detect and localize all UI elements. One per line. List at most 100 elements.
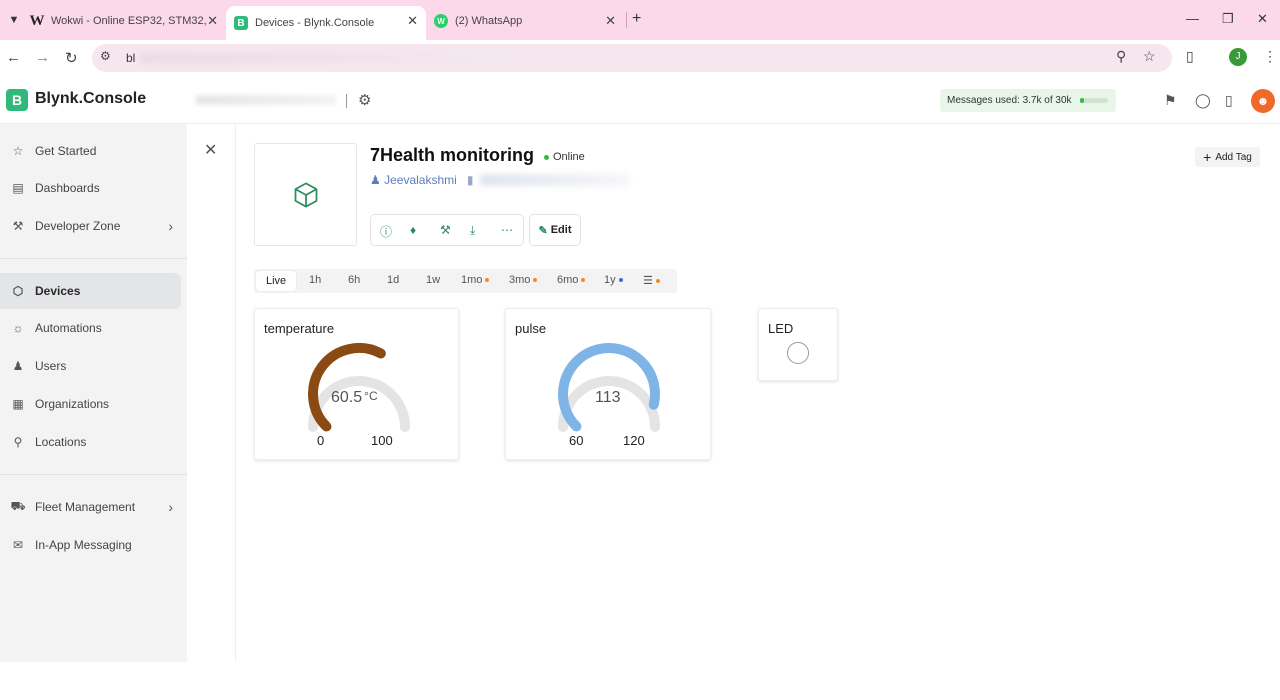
close-tab-icon[interactable]: ✕ bbox=[605, 13, 616, 29]
sidebar-item-get-started[interactable]: ☆ Get Started bbox=[0, 133, 187, 169]
download-icon[interactable]: ⤓ bbox=[470, 223, 475, 238]
star-icon: ☆ bbox=[12, 144, 24, 158]
premium-dot bbox=[581, 278, 586, 283]
close-panel-icon[interactable]: ✕ bbox=[204, 140, 217, 160]
period-1d[interactable]: 1d bbox=[387, 274, 399, 286]
period-1y[interactable]: 1y bbox=[604, 274, 623, 286]
pulse-gauge bbox=[558, 343, 660, 432]
period-label: 1mo bbox=[461, 274, 483, 286]
tab-title: Devices - Blynk.Console bbox=[255, 17, 375, 29]
tab-title: (2) WhatsApp bbox=[455, 15, 523, 27]
device-image[interactable] bbox=[254, 143, 357, 246]
chevron-right-icon: › bbox=[168, 218, 173, 234]
user-icon: ♟ bbox=[370, 173, 381, 187]
pin-icon: ⚲ bbox=[13, 435, 23, 449]
sidebar-item-locations[interactable]: ⚲ Locations bbox=[0, 424, 187, 460]
sidebar-item-in-app-messaging[interactable]: ✉ In-App Messaging bbox=[0, 527, 187, 563]
messages-progress-bar bbox=[1080, 98, 1108, 103]
browser-tab-whatsapp[interactable]: W (2) WhatsApp ✕ bbox=[434, 6, 624, 36]
notifications-icon[interactable]: ▯ bbox=[1225, 92, 1233, 109]
status-text: Online bbox=[553, 151, 585, 163]
sidebar-item-label: Get Started bbox=[35, 144, 97, 158]
period-label: 3mo bbox=[509, 274, 531, 286]
building-icon: ▦ bbox=[12, 397, 24, 411]
period-live[interactable]: Live bbox=[256, 271, 297, 291]
sidebar-item-label: Organizations bbox=[35, 397, 110, 411]
led-widget[interactable]: LED bbox=[758, 308, 838, 381]
blurred-org-name bbox=[480, 174, 630, 186]
close-tab-icon[interactable]: ✕ bbox=[407, 13, 418, 29]
browser-tab-wokwi[interactable]: W Wokwi - Online ESP32, STM32, ✕ bbox=[30, 6, 226, 36]
more-icon[interactable]: ⋯ bbox=[501, 223, 513, 237]
edit-label: Edit bbox=[550, 224, 572, 236]
gauge-value: 60.5 °C bbox=[331, 389, 378, 407]
extensions-icon[interactable]: ▯ bbox=[1186, 48, 1194, 65]
sidebar-item-label: In-App Messaging bbox=[35, 538, 132, 552]
period-label: 6mo bbox=[557, 274, 579, 286]
org-selector[interactable] bbox=[196, 95, 336, 105]
truck-icon: ⛟ bbox=[10, 499, 26, 513]
temperature-gauge bbox=[308, 343, 410, 432]
period-1h[interactable]: 1h bbox=[309, 274, 321, 286]
gauge-fill bbox=[558, 343, 660, 432]
period-1mo[interactable]: 1mo bbox=[461, 274, 490, 286]
bell-icon[interactable]: ♦ bbox=[410, 223, 416, 237]
brand-title[interactable]: Blynk.Console bbox=[35, 90, 146, 108]
messages-used-badge[interactable]: Messages used: 3.7k of 30k bbox=[940, 89, 1116, 112]
value-unit: °C bbox=[364, 389, 378, 403]
user-avatar[interactable]: ☻ bbox=[1251, 89, 1275, 113]
sidebar-item-developer-zone[interactable]: ⚒ Developer Zone › bbox=[0, 208, 187, 244]
forward-icon[interactable]: → bbox=[35, 49, 50, 66]
sidebar-item-organizations[interactable]: ▦ Organizations bbox=[0, 386, 187, 422]
tab-search-chevron-icon[interactable]: ▼ bbox=[4, 10, 24, 30]
reload-icon[interactable]: ↻ bbox=[65, 49, 78, 67]
period-6mo[interactable]: 6mo bbox=[557, 274, 586, 286]
widget-title: LED bbox=[768, 321, 794, 336]
sidebar-item-label: Fleet Management bbox=[35, 500, 136, 514]
pulse-widget[interactable]: pulse 113 60 120 bbox=[505, 308, 711, 460]
device-actions-toolbar: ⓘ ♦ ⚒ ⤓ ⋯ bbox=[370, 214, 524, 246]
period-custom[interactable]: ☰ bbox=[643, 274, 660, 287]
tools-icon[interactable]: ⚒ bbox=[440, 223, 451, 237]
announcements-icon[interactable]: ⚑ bbox=[1164, 92, 1177, 109]
sidebar-item-devices[interactable]: ⬡ Devices bbox=[0, 273, 181, 309]
browser-tab-blynk[interactable]: B Devices - Blynk.Console ✕ bbox=[226, 6, 426, 40]
more-menu-icon[interactable]: ⋮ bbox=[1263, 48, 1277, 65]
sidebar-item-fleet-management[interactable]: ⛟ Fleet Management › bbox=[0, 489, 187, 525]
sidebar-item-label: Locations bbox=[35, 435, 87, 449]
restore-icon[interactable]: ❐ bbox=[1222, 11, 1234, 27]
settings-gear-icon[interactable]: ⚙ bbox=[358, 91, 371, 109]
zoom-icon[interactable]: ⚲ bbox=[1116, 48, 1126, 65]
sidebar-item-automations[interactable]: ☼ Automations bbox=[0, 310, 187, 346]
profile-avatar[interactable]: J bbox=[1229, 48, 1247, 66]
device-title: 7Health monitoring bbox=[370, 145, 535, 165]
add-tag-button[interactable]: + Add Tag bbox=[1195, 147, 1260, 167]
help-icon[interactable]: ◯ bbox=[1195, 92, 1211, 109]
device-owner[interactable]: ♟ Jeevalakshmi ▮ bbox=[370, 173, 473, 187]
gauge-value: 113 bbox=[595, 389, 621, 406]
sidebar-divider bbox=[0, 258, 187, 259]
close-tab-icon[interactable]: ✕ bbox=[207, 13, 218, 29]
info-icon[interactable]: ⓘ bbox=[380, 223, 392, 240]
period-3mo[interactable]: 3mo bbox=[509, 274, 538, 286]
blynk-logo-icon: B bbox=[6, 89, 28, 111]
temperature-widget[interactable]: temperature 60.5 °C 0 100 bbox=[254, 308, 459, 460]
close-window-icon[interactable]: ✕ bbox=[1257, 11, 1268, 27]
period-6h[interactable]: 6h bbox=[348, 274, 360, 286]
address-input[interactable]: ⚙ bl bbox=[92, 44, 1172, 72]
gauge-min: 0 bbox=[317, 433, 325, 448]
sidebar-item-users[interactable]: ♟ Users bbox=[0, 348, 187, 384]
period-1w[interactable]: 1w bbox=[426, 274, 440, 286]
bookmark-star-icon[interactable]: ☆ bbox=[1143, 48, 1156, 65]
tools-icon: ⚒ bbox=[12, 219, 24, 233]
back-icon[interactable]: ← bbox=[6, 49, 21, 66]
minimize-icon[interactable]: — bbox=[1186, 11, 1199, 26]
sliders-icon: ☰ bbox=[643, 275, 653, 287]
message-icon: ✉ bbox=[12, 538, 24, 552]
new-tab-icon[interactable]: + bbox=[632, 10, 641, 28]
messages-used-text: Messages used: 3.7k of 30k bbox=[947, 95, 1072, 106]
edit-button[interactable]: ✎ Edit bbox=[529, 214, 581, 246]
url-text: bl bbox=[126, 51, 136, 65]
sidebar-item-dashboards[interactable]: ▤ Dashboards bbox=[0, 170, 187, 206]
site-settings-icon[interactable]: ⚙ bbox=[100, 49, 111, 63]
